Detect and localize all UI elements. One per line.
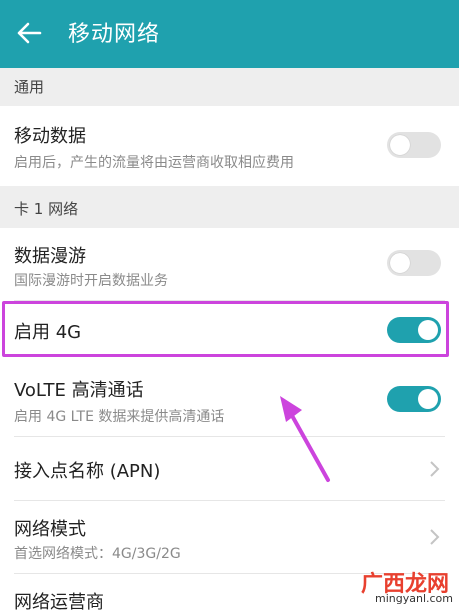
- setting-row-enable-4g[interactable]: 启用 4G: [0, 304, 459, 354]
- setting-subtitle: 首选网络模式：4G/3G/2G: [14, 546, 181, 562]
- setting-title: 启用 4G: [14, 322, 82, 343]
- setting-title: 数据漫游: [14, 246, 86, 267]
- setting-row-data-roaming[interactable]: 数据漫游 国际漫游时开启数据业务: [0, 228, 459, 300]
- annotation-arrow-icon: [280, 396, 330, 482]
- data-roaming-toggle[interactable]: [387, 250, 441, 276]
- app-bar: 移动网络: [0, 0, 459, 68]
- mobile-data-toggle[interactable]: [387, 132, 441, 158]
- chevron-right-icon: [430, 529, 440, 545]
- toggle-knob: [418, 320, 438, 340]
- section-header-general: 通用: [0, 68, 459, 106]
- toggle-knob: [390, 253, 410, 273]
- divider: [14, 300, 445, 301]
- chevron-right-icon: [430, 461, 440, 477]
- setting-row-volte[interactable]: VoLTE 高清通话 启用 4G LTE 数据来提供高清通话: [0, 362, 459, 436]
- setting-title: 网络运营商: [14, 592, 104, 613]
- toggle-knob: [390, 135, 410, 155]
- setting-title: VoLTE 高清通话: [14, 380, 144, 401]
- volte-toggle[interactable]: [387, 386, 441, 412]
- setting-subtitle: 启用后，产生的流量将由运营商收取相应费用: [14, 155, 294, 171]
- setting-subtitle: 启用 4G LTE 数据来提供高清通话: [14, 409, 225, 425]
- setting-row-network-mode[interactable]: 网络模式 首选网络模式：4G/3G/2G: [0, 501, 459, 573]
- back-arrow-icon[interactable]: [14, 18, 44, 48]
- toggle-knob: [418, 389, 438, 409]
- watermark-url: mingyanl.com: [375, 592, 453, 605]
- page-title: 移动网络: [68, 22, 161, 47]
- setting-title: 网络模式: [14, 519, 86, 540]
- section-label: 通用: [14, 78, 45, 96]
- setting-title: 接入点名称 (APN): [14, 461, 161, 482]
- enable-4g-toggle[interactable]: [387, 317, 441, 343]
- setting-row-mobile-data[interactable]: 移动数据 启用后，产生的流量将由运营商收取相应费用: [0, 106, 459, 186]
- section-header-card1: 卡 1 网络: [0, 186, 459, 228]
- section-label: 卡 1 网络: [14, 200, 79, 218]
- setting-subtitle: 国际漫游时开启数据业务: [14, 273, 168, 289]
- setting-title: 移动数据: [14, 126, 86, 147]
- setting-row-apn[interactable]: 接入点名称 (APN): [0, 437, 459, 500]
